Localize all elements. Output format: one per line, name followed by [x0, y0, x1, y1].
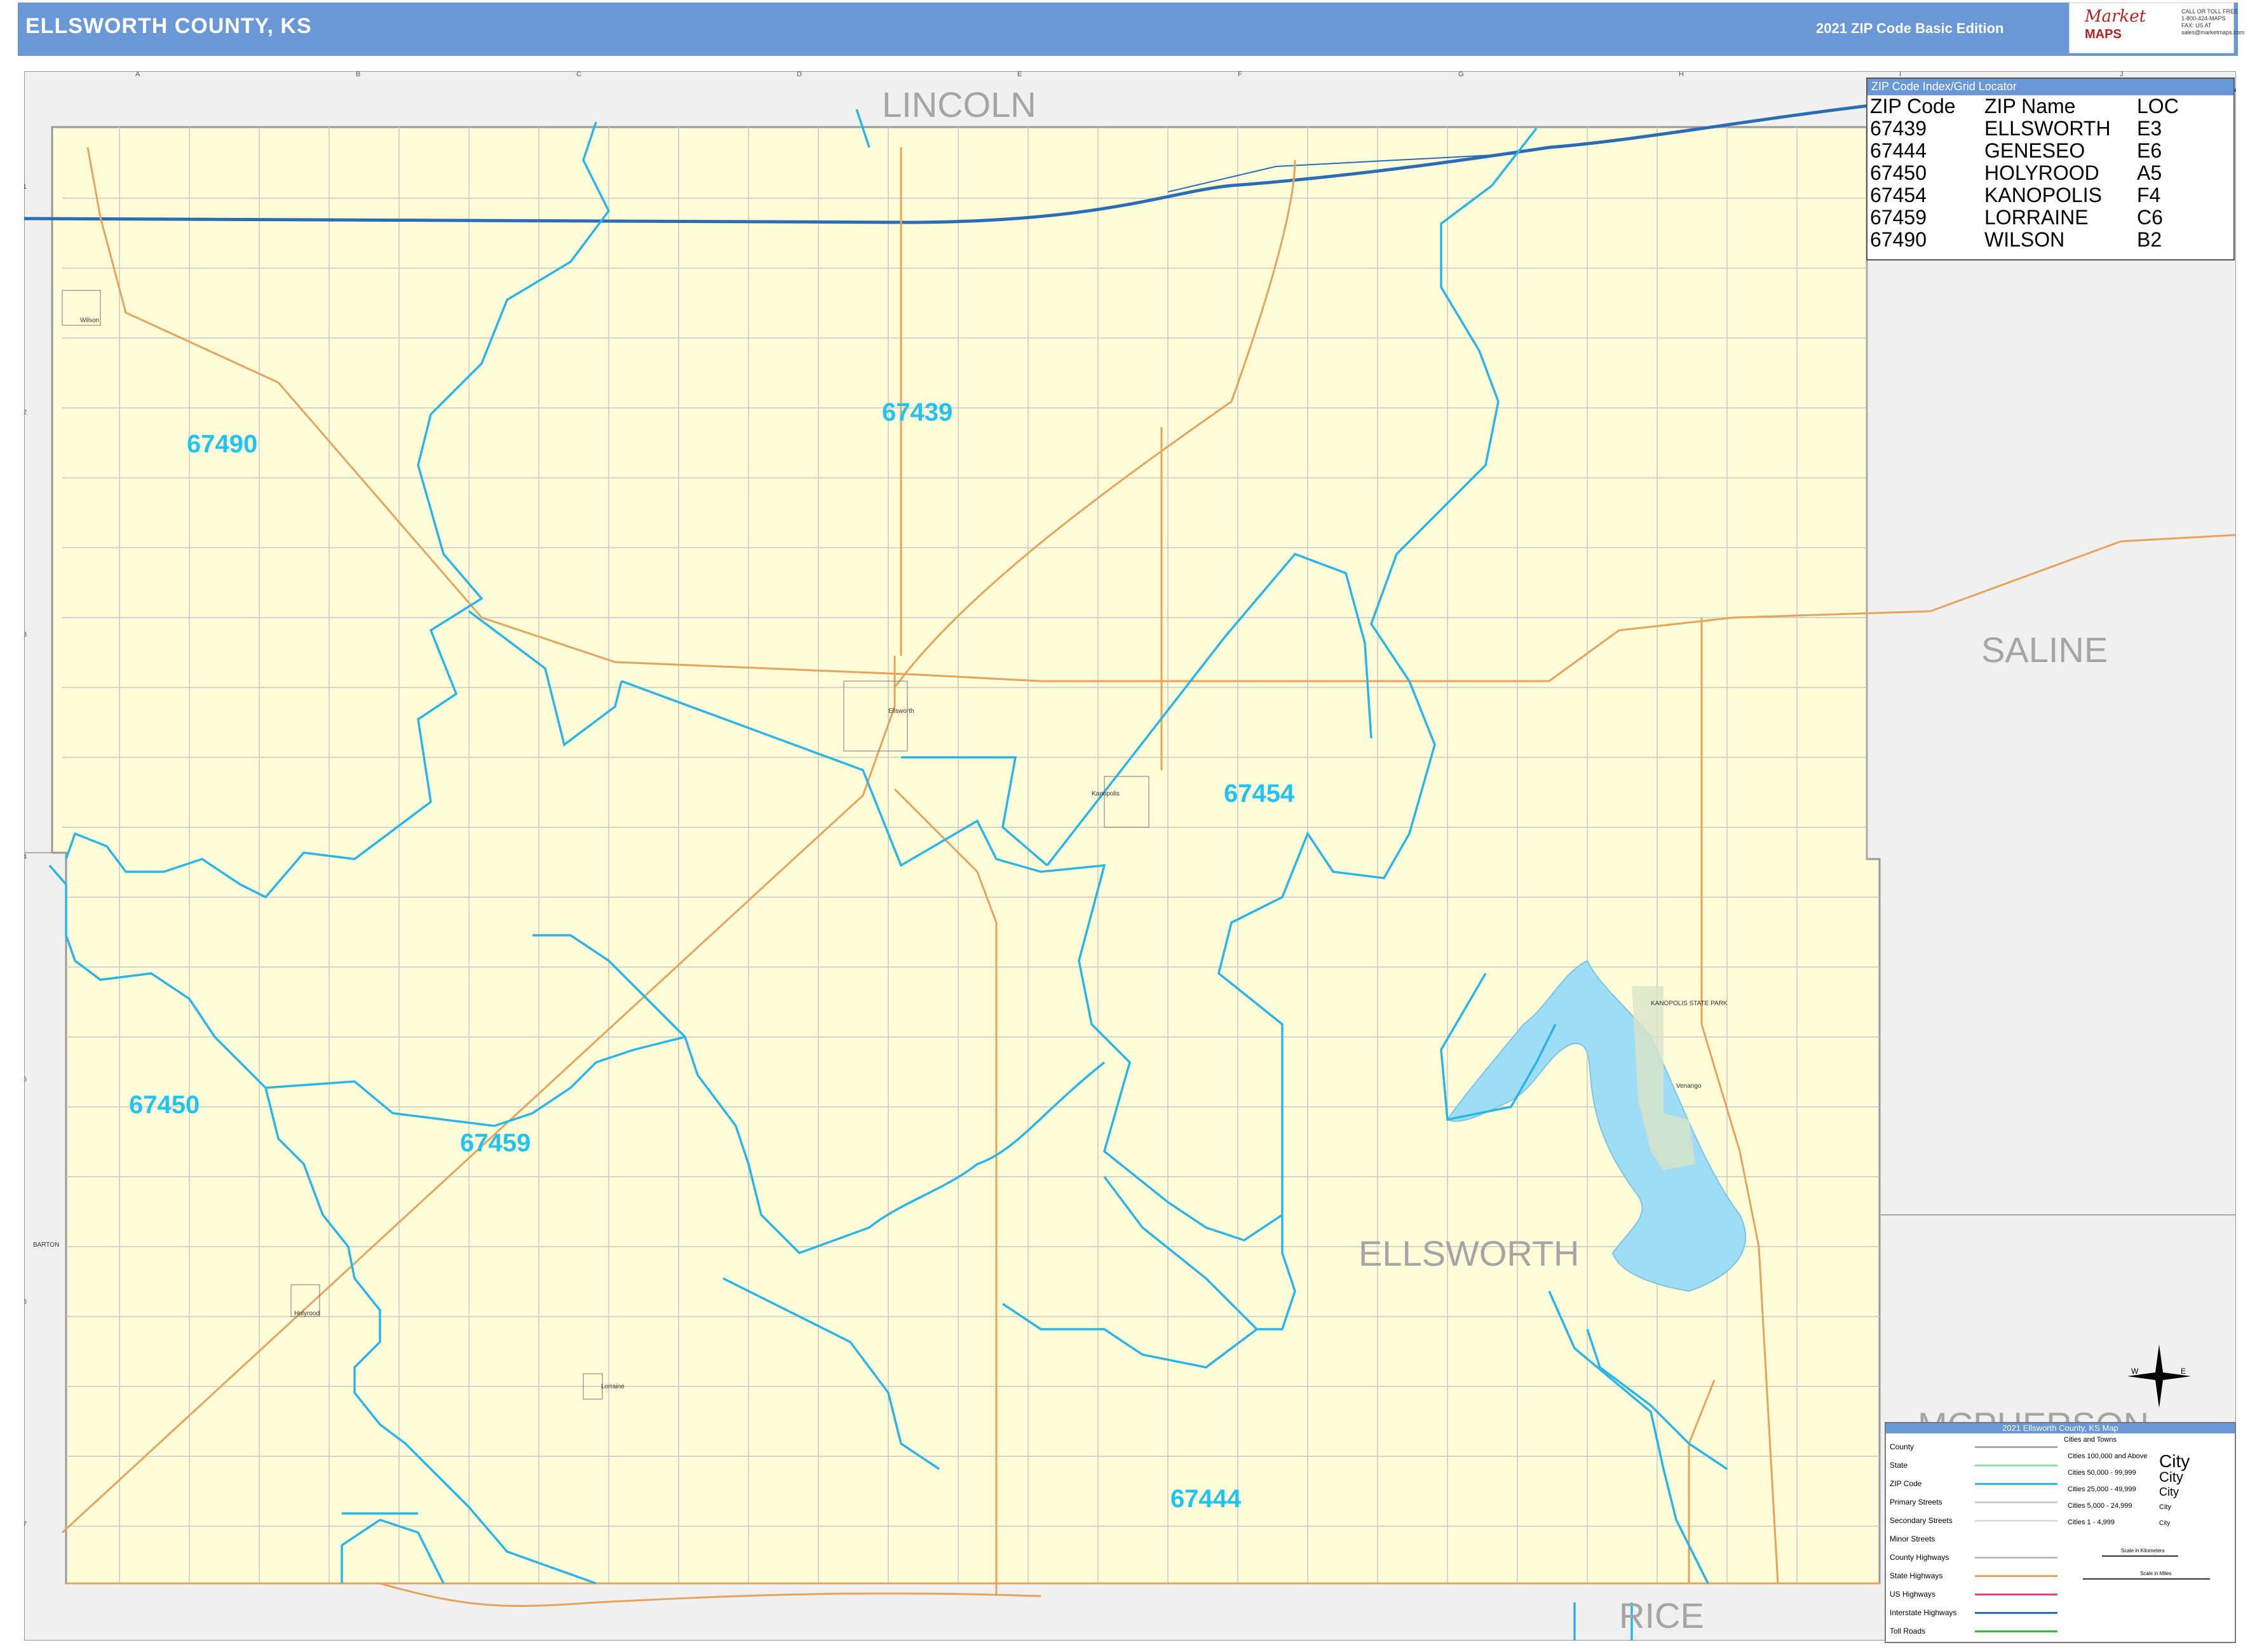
legend-secondary: Secondary Streets [1890, 1516, 1953, 1525]
legend-cities-header: Cities and Towns [2064, 1436, 2117, 1444]
zip-index-header: ZIP Code Index/Grid Locator [1867, 79, 2233, 95]
grid-row-7: 7 [24, 1520, 27, 1528]
table-row: 67454 KANOPOLIS F4 [1870, 184, 2161, 207]
grid-col-c: C [576, 71, 581, 78]
legend-interstate: Interstate Highways [1890, 1608, 1957, 1617]
table-row: 67450 HOLYROOD A5 [1870, 161, 2162, 184]
edition-label: 2021 ZIP Code Basic Edition [1816, 20, 2004, 36]
legend-state: State [1890, 1461, 1908, 1470]
legend-scale-km: Scale in Kilometers [2121, 1548, 2165, 1554]
grid-row-3: 3 [24, 631, 27, 639]
legend-scale-mi: Scale in Miles [2140, 1571, 2172, 1576]
table-row: 67444 GENESEO E6 [1870, 139, 2162, 162]
legend-zip: ZIP Code [1890, 1479, 1922, 1488]
neighbor-rice: RICE [1619, 1595, 1704, 1635]
svg-text:N: N [2157, 1344, 2163, 1345]
grid-row-5: 5 [24, 1076, 27, 1083]
compass-east: E [2181, 1367, 2186, 1376]
grid-col-b: B [356, 71, 360, 78]
zip-label-67454: 67454 [1224, 780, 1295, 808]
neighbor-saline: SALINE [1981, 630, 2108, 670]
grid-col-h: H [1679, 71, 1684, 78]
county-label: ELLSWORTH [1359, 1233, 1579, 1273]
grid-col-g: G [1458, 71, 1464, 78]
table-row: 67459 LORRAINE C6 [1870, 206, 2163, 229]
grid-row-2: 2 [24, 409, 27, 416]
zip-label-67450: 67450 [129, 1091, 200, 1119]
zip-label-67459: 67459 [460, 1129, 531, 1157]
park-label: KANOPOLIS STATE PARK [1651, 1000, 1728, 1007]
legend-primary: Primary Streets [1890, 1498, 1942, 1506]
svg-text:Lorraine: Lorraine [601, 1383, 625, 1390]
market-maps-logo[interactable]: Market MAPS CALL OR TOLL FREE 1-800-424-… [2069, 3, 2244, 53]
legend-county-hwy: County Highways [1890, 1553, 1949, 1562]
grid-row-1: 1 [24, 183, 27, 191]
grid-row-6: 6 [24, 1298, 27, 1306]
legend-toll: Toll Roads [1890, 1627, 1926, 1635]
zip-label-67439: 67439 [882, 398, 952, 426]
grid-row-4: 4 [24, 853, 27, 861]
logo-sub: MAPS [2085, 27, 2122, 41]
svg-text:Ellsworth: Ellsworth [888, 708, 914, 715]
svg-text:Kanopolis: Kanopolis [1092, 790, 1120, 797]
svg-text:Wilson: Wilson [80, 317, 99, 324]
neighbor-lincoln: LINCOLN [882, 85, 1036, 125]
svg-text:Holyrood: Holyrood [294, 1310, 320, 1317]
legend-state-hwy: State Highways [1890, 1571, 1943, 1580]
logo-contact: CALL OR TOLL FREE 1-800-424-MAPS FAX: US… [2181, 8, 2245, 36]
table-row: 67439 ELLSWORTH E3 [1870, 117, 2162, 140]
title-bar: ELLSWORTH COUNTY, KS 2021 ZIP Code Basic… [18, 3, 2238, 56]
neighbor-barton: BARTON [33, 1242, 59, 1249]
legend-minor: Minor Streets [1890, 1534, 1935, 1543]
map-legend: 2021 Ellsworth County, KS Map County Sta… [1885, 1422, 2236, 1643]
grid-col-e: E [1017, 71, 1022, 78]
grid-col-a: A [135, 71, 140, 78]
grid-col-d: D [797, 71, 802, 78]
compass-west: W [2131, 1367, 2139, 1376]
compass-north-arrow [2155, 1344, 2163, 1376]
grid-col-f: F [1238, 71, 1242, 78]
legend-county: County [1890, 1442, 1915, 1451]
table-row: 67490 WILSON B2 [1870, 228, 2162, 251]
town-venango: Venango [1676, 1083, 1702, 1090]
map-title: ELLSWORTH COUNTY, KS [25, 14, 312, 38]
zip-index-table: ZIP Code Index/Grid Locator ZIP Code ZIP… [1866, 78, 2235, 261]
zip-index-column-headers: ZIP Code ZIP Name LOC [1870, 95, 2179, 118]
legend-us-hwy: US Highways [1890, 1590, 1936, 1599]
map-area[interactable]: A B C D E F G H I J 1 2 3 4 5 6 7 LINCOL… [24, 71, 2236, 1641]
zip-label-67444: 67444 [1170, 1485, 1242, 1513]
legend-header: 2021 Ellsworth County, KS Map [1886, 1423, 2235, 1433]
compass-rose: N E W [2127, 1336, 2191, 1408]
logo-brand: Market [2085, 7, 2146, 26]
zip-label-67490: 67490 [187, 430, 257, 458]
